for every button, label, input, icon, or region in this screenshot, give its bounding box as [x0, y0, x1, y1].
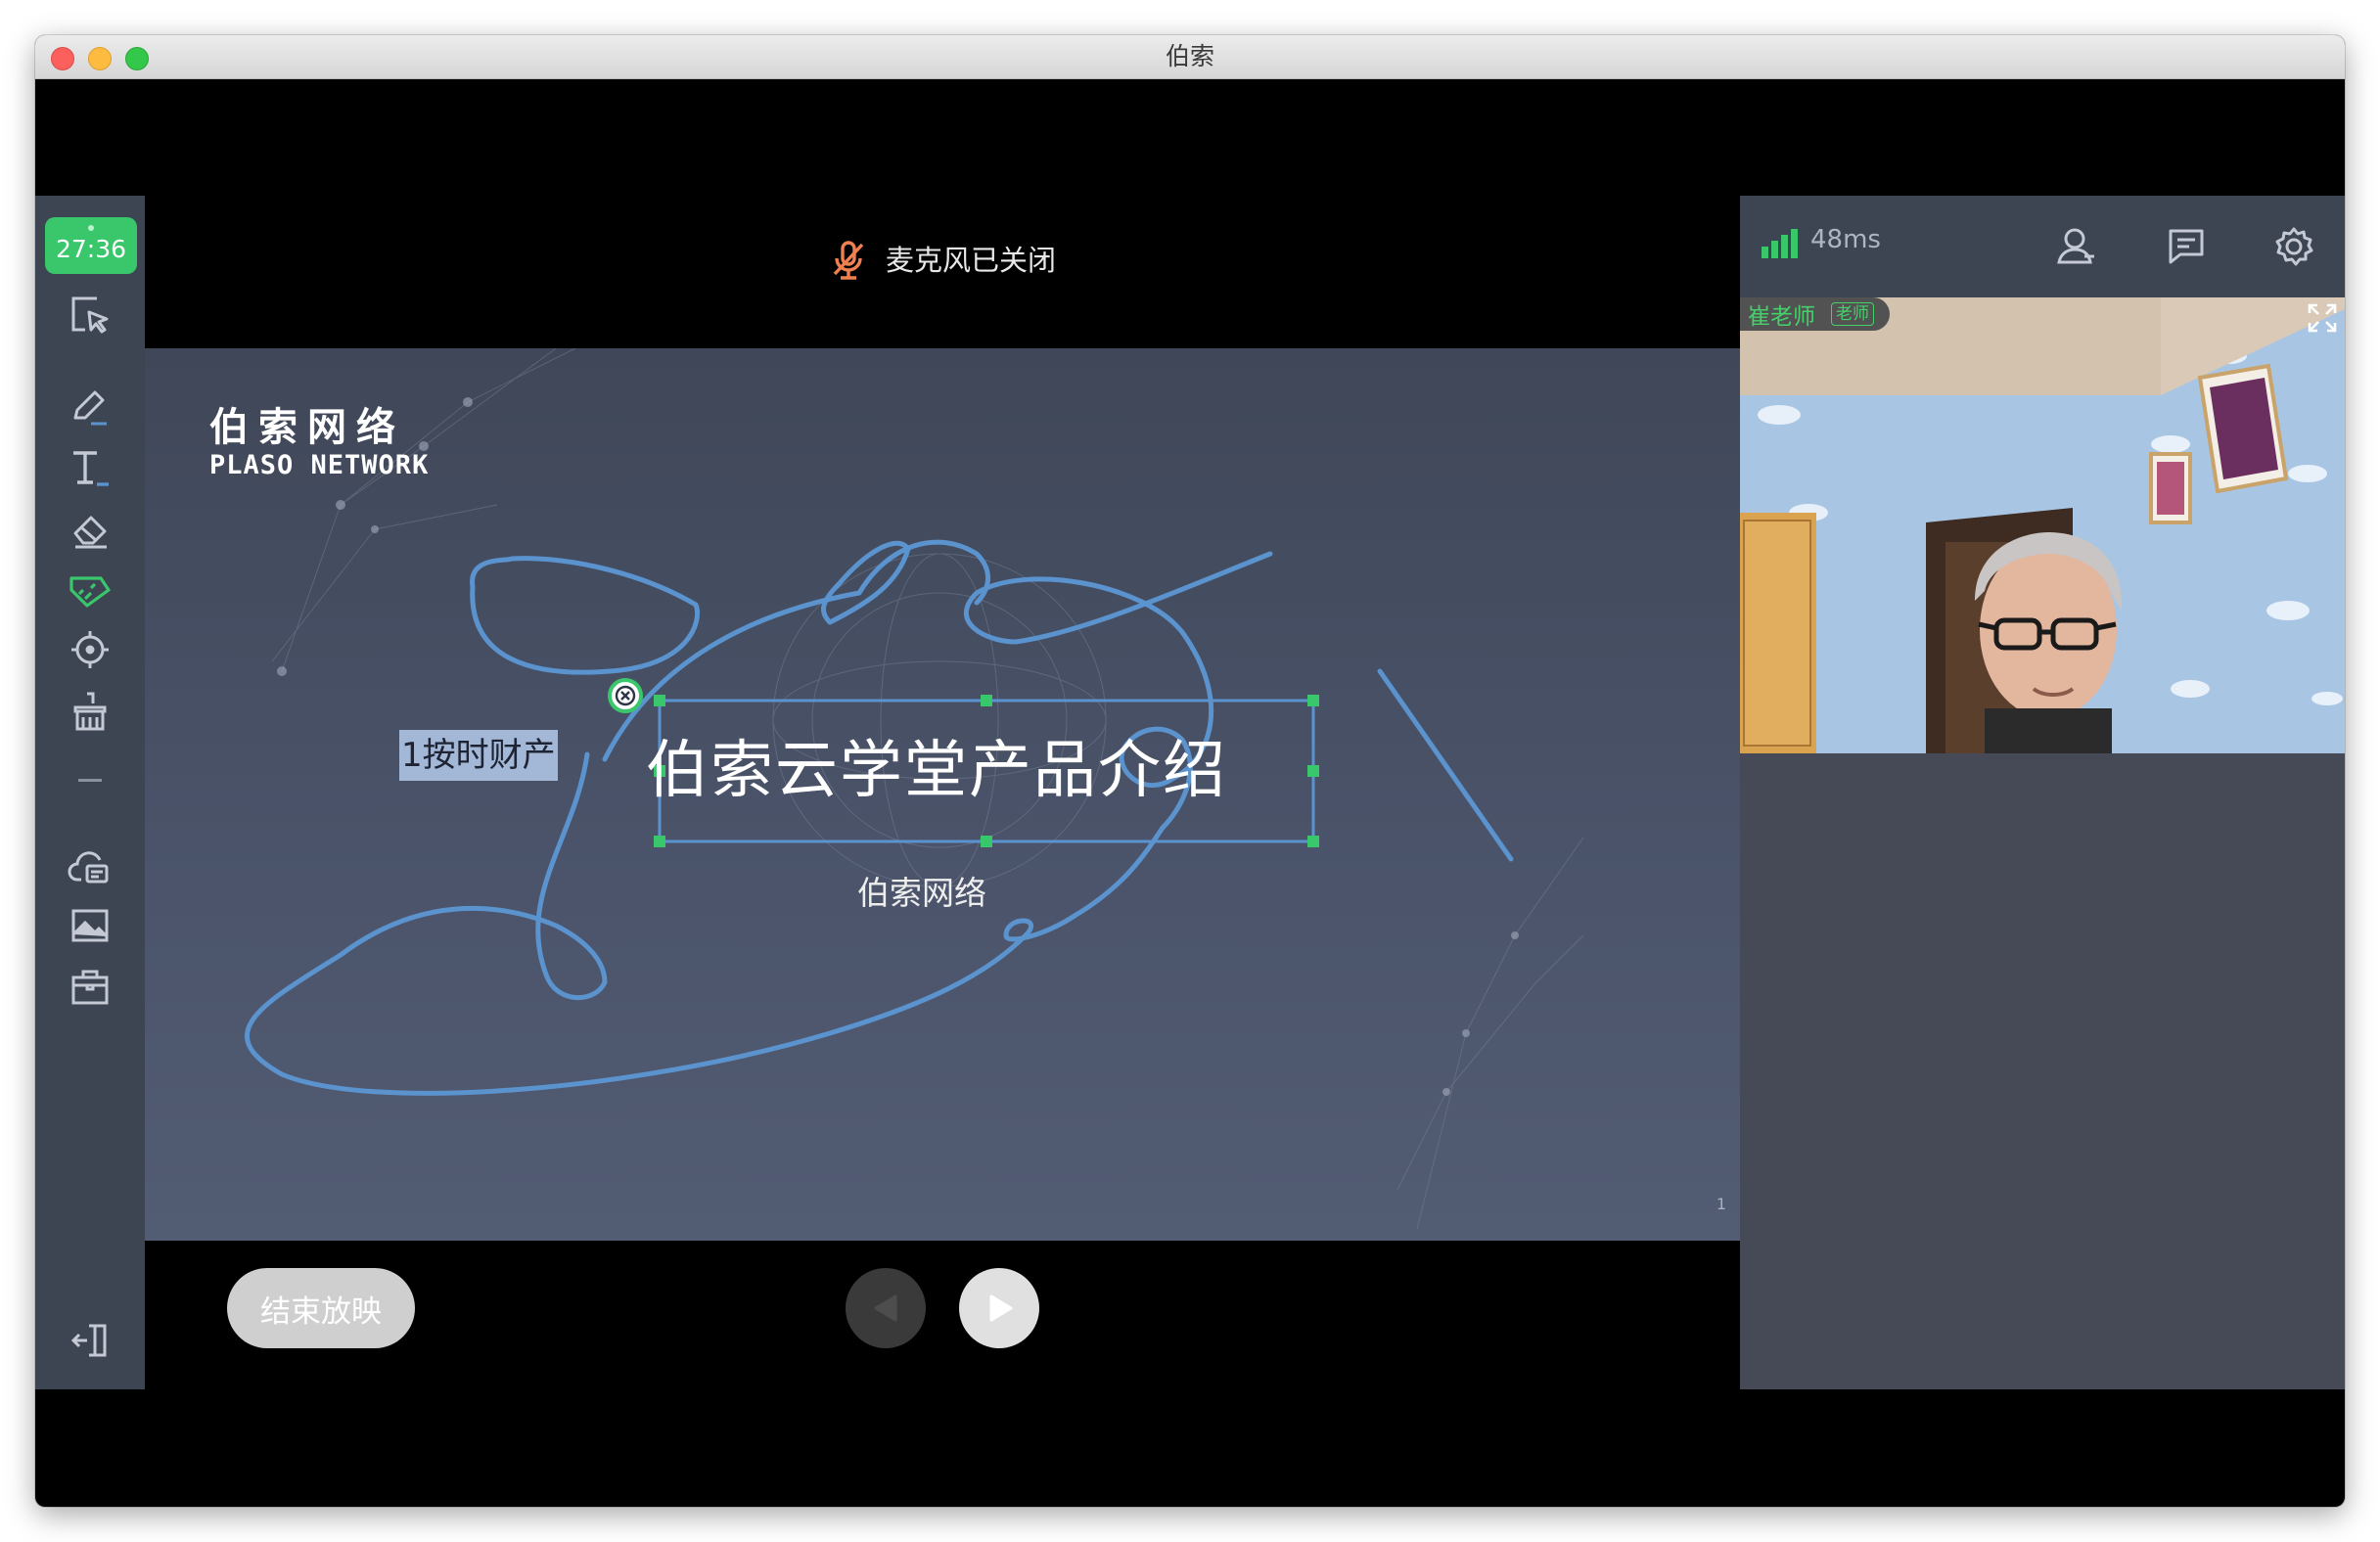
next-slide-button[interactable]: [959, 1268, 1039, 1348]
brand-name-en: PLASO NETWORK: [209, 450, 430, 480]
play-right-icon: [989, 1294, 1013, 1322]
settings-button[interactable]: [2268, 221, 2319, 272]
end-slideshow-button[interactable]: 结束放映: [227, 1268, 415, 1348]
brand-name-cn: 伯索网络: [209, 405, 405, 450]
slide-brand-logo: 伯索网络 PLASO NETWORK: [209, 395, 429, 480]
previous-slide-button[interactable]: [846, 1268, 926, 1348]
toolbar-divider: [78, 779, 102, 782]
selected-annotation-text[interactable]: 1按时财产: [399, 730, 558, 781]
eraser-icon: [73, 516, 107, 549]
webcam-image: [1740, 297, 2345, 753]
ruler-icon: [69, 576, 111, 608]
fullscreen-icon[interactable]: [2306, 301, 2339, 335]
slide-title[interactable]: 伯索云学堂产品介绍: [646, 720, 1227, 810]
mic-off-icon: [833, 241, 864, 280]
toolbox-icon: [71, 970, 109, 1005]
mic-status-label: 麦克风已关闭: [885, 244, 1056, 277]
gear-icon: [2275, 227, 2313, 266]
laser-pointer-tool-button[interactable]: [61, 620, 119, 679]
video-side-panel: 48ms 崔老师 老师: [1740, 196, 2345, 1389]
crosshair-icon: [71, 631, 109, 668]
image-tool-button[interactable]: [61, 896, 119, 955]
whiteboard-toolbar: 27:36: [35, 196, 145, 1389]
select-tool-button[interactable]: [61, 286, 119, 344]
pen-icon: [73, 390, 107, 426]
network-latency: 48ms: [1810, 225, 1881, 254]
broom-icon: [73, 692, 107, 731]
class-timer: 27:36: [45, 217, 137, 274]
eraser-tool-button[interactable]: [61, 501, 119, 560]
toolbox-tool-button[interactable]: [61, 959, 119, 1018]
cloud-doc-icon: [68, 851, 109, 884]
slide-subtitle: 伯索网络: [857, 874, 986, 912]
play-left-icon: [874, 1294, 897, 1322]
signal-strength-icon: [1762, 229, 1798, 258]
chat-button[interactable]: [2161, 221, 2212, 272]
participant-name-tag: 崔老师 老师: [1740, 297, 1890, 331]
ruler-tool-button[interactable]: [61, 560, 119, 618]
window-title: 伯索: [1165, 42, 1214, 70]
exit-icon: [70, 1324, 107, 1357]
cloud-files-tool-button[interactable]: [61, 838, 119, 896]
app-window: 伯索 27:36 麦克风已关闭 伯索网络 PLASO NETWORK 1按时财产…: [35, 35, 2345, 1507]
presentation-slide[interactable]: 伯索网络 PLASO NETWORK 1按时财产 伯索云学堂产品介绍 伯索网络 …: [145, 348, 1740, 1241]
exit-tool-button[interactable]: [61, 1311, 119, 1370]
pen-tool-button[interactable]: [61, 378, 119, 436]
participant-role-badge: 老师: [1831, 302, 1874, 326]
participants-button[interactable]: [2051, 221, 2102, 272]
text-icon: [73, 451, 109, 486]
side-panel-header: 48ms: [1740, 196, 2345, 297]
text-tool-button[interactable]: [61, 438, 119, 497]
slide-page-number: 1: [1716, 1195, 1726, 1213]
image-icon: [71, 909, 109, 942]
participant-name: 崔老师: [1748, 304, 1815, 330]
delete-selection-icon[interactable]: [607, 677, 644, 714]
title-bar: 伯索: [35, 35, 2345, 79]
user-icon: [2057, 228, 2094, 264]
teacher-video-feed[interactable]: 崔老师 老师: [1740, 297, 2345, 753]
clear-tool-button[interactable]: [61, 683, 119, 742]
mic-status-bar: 麦克风已关闭: [145, 231, 1740, 290]
select-cursor-icon: [71, 296, 109, 334]
chat-icon: [2169, 229, 2204, 264]
